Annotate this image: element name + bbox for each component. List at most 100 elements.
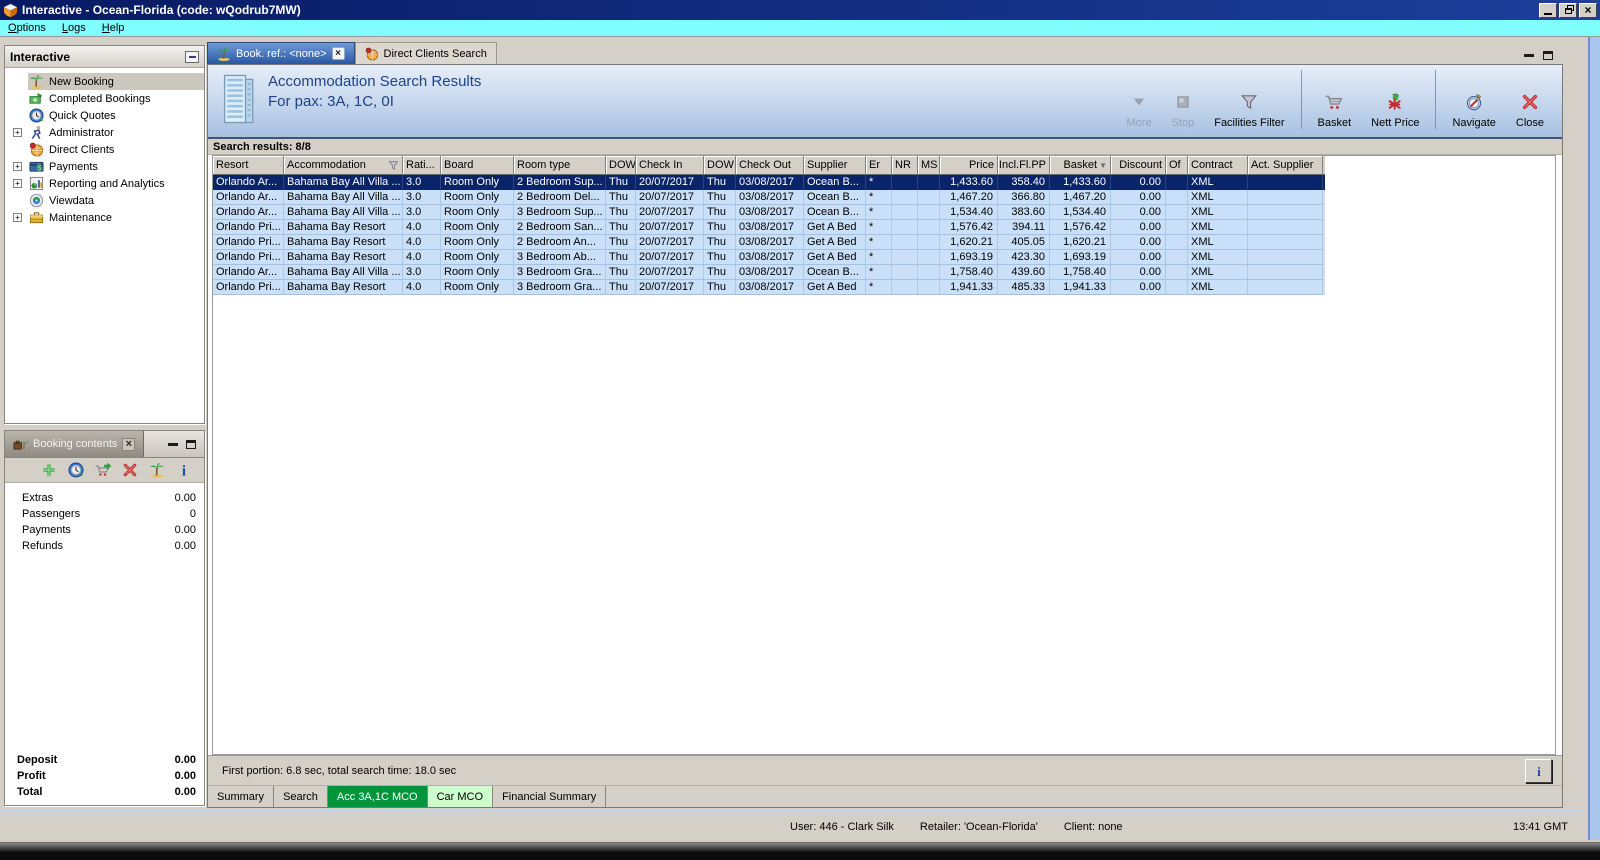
column-header-board[interactable]: Board — [441, 156, 514, 174]
column-label: Price — [968, 159, 994, 171]
table-row[interactable]: Orlando Ar... Bahama Bay All Villa ... 3.0… — [213, 175, 1325, 190]
money-icon — [29, 91, 44, 106]
column-header-nr[interactable]: NR — [892, 156, 918, 174]
sidebar-item-payments[interactable]: + $ Payments — [5, 158, 204, 175]
restore-button[interactable] — [1559, 2, 1577, 18]
minimize-view-icon[interactable] — [168, 442, 178, 446]
table-row[interactable]: Orlando Ar... Bahama Bay All Villa ... 3.0… — [213, 205, 1325, 220]
booking-contents-item[interactable]: Payments 0.00 — [5, 522, 204, 538]
table-row[interactable]: Orlando Pri... Bahama Bay Resort 4.0 Room O… — [213, 250, 1325, 265]
tab-direct-clients-search[interactable]: Direct Clients Search — [354, 42, 497, 64]
menu-item-logs[interactable]: Logs — [54, 21, 94, 35]
bottom-tab-financial-summary[interactable]: Financial Summary — [493, 786, 607, 807]
table-cell: 1,693.19 — [940, 250, 998, 265]
column-header-supplier[interactable]: Supplier — [804, 156, 866, 174]
booking-contents-title: Booking contents — [33, 438, 118, 450]
tab-book-ref-none[interactable]: Book. ref.: <none> × — [207, 42, 355, 64]
table-cell — [1248, 250, 1323, 265]
table-cell — [918, 220, 940, 235]
table-row[interactable]: Orlando Pri... Bahama Bay Resort 4.0 Room O… — [213, 220, 1325, 235]
sidebar-item-viewdata[interactable]: Viewdata — [5, 192, 204, 209]
collapse-panel-button[interactable] — [185, 50, 199, 63]
sidebar-item-reporting-and-analytics[interactable]: + Reporting and Analytics — [5, 175, 204, 192]
menu-item-help[interactable]: Help — [94, 21, 133, 35]
table-cell: Bahama Bay Resort — [284, 280, 403, 295]
column-header-act-supplier[interactable]: Act. Supplier — [1248, 156, 1323, 174]
table-cell: 0.00 — [1111, 205, 1166, 220]
sidebar-item-administrator[interactable]: + Administrator — [5, 124, 204, 141]
add-item-button[interactable] — [41, 462, 57, 478]
column-header-price[interactable]: Price — [940, 156, 998, 174]
navigate-button[interactable]: Navigate — [1442, 65, 1505, 137]
table-cell: * — [866, 280, 892, 295]
bottom-tab-summary[interactable]: Summary — [208, 786, 275, 807]
info-button[interactable]: i — [176, 462, 192, 480]
table-cell: 1,941.33 — [940, 280, 998, 295]
column-header-discount[interactable]: Discount — [1111, 156, 1166, 174]
column-header-room-type[interactable]: Room type — [514, 156, 606, 174]
column-header-of[interactable]: Of — [1166, 156, 1188, 174]
column-header-basket[interactable]: Basket ▼ — [1050, 156, 1111, 174]
column-header-rati[interactable]: Rati... — [403, 156, 441, 174]
expand-toggle-icon[interactable]: + — [13, 162, 22, 171]
column-header-dow[interactable]: DOW — [606, 156, 636, 174]
quick-quote-button[interactable] — [68, 462, 84, 478]
sidebar-item-direct-clients[interactable]: Direct Clients — [5, 141, 204, 158]
sidebar-item-new-booking[interactable]: New Booking — [5, 73, 204, 90]
table-cell: 4.0 — [403, 220, 441, 235]
results-table: Resort Accommodation Rati... Board Room type… — [212, 155, 1556, 755]
column-header-check-out[interactable]: Check Out — [736, 156, 804, 174]
expand-toggle-icon[interactable]: + — [13, 128, 22, 137]
table-cell: 1,758.40 — [1050, 265, 1111, 280]
table-row[interactable]: Orlando Ar... Bahama Bay All Villa ... 3.0… — [213, 265, 1325, 280]
new-booking-button[interactable] — [149, 462, 165, 478]
column-header-contract[interactable]: Contract — [1188, 156, 1248, 174]
minimize-editor-icon[interactable] — [1524, 54, 1534, 57]
column-header-incl-fl-pp[interactable]: Incl.Fl.PP — [998, 156, 1050, 174]
column-header-accommodation[interactable]: Accommodation — [284, 156, 403, 174]
bottom-tab-car-mco[interactable]: Car MCO — [427, 786, 494, 807]
close-window-button[interactable]: × — [1579, 2, 1597, 18]
facilities-filter-button[interactable]: Facilities Filter — [1204, 65, 1294, 137]
basket-button[interactable]: Basket — [1308, 65, 1362, 137]
bottom-tab-search[interactable]: Search — [274, 786, 328, 807]
column-filter-icon[interactable] — [388, 160, 399, 171]
close-tab-button[interactable]: × — [331, 47, 345, 60]
column-header-er[interactable]: Er — [866, 156, 892, 174]
info-button[interactable]: i — [1525, 758, 1552, 783]
minimize-button[interactable] — [1539, 2, 1557, 18]
column-header-resort[interactable]: Resort — [213, 156, 284, 174]
table-cell: 03/08/2017 — [736, 250, 804, 265]
expand-toggle-icon[interactable]: + — [13, 179, 22, 188]
sidebar-item-maintenance[interactable]: + Maintenance — [5, 209, 204, 226]
add-to-basket-button[interactable] — [95, 462, 112, 478]
sidebar-item-quick-quotes[interactable]: Quick Quotes — [5, 107, 204, 124]
close-booking-contents-button[interactable]: × — [122, 437, 136, 451]
table-row[interactable]: Orlando Ar... Bahama Bay All Villa ... 3.0… — [213, 190, 1325, 205]
maximize-view-icon[interactable] — [186, 439, 196, 449]
sidebar-item-label: Maintenance — [49, 211, 112, 224]
table-row[interactable]: Orlando Pri... Bahama Bay Resort 4.0 Room O… — [213, 280, 1325, 295]
table-cell — [892, 265, 918, 280]
column-header-dow[interactable]: DOW — [704, 156, 736, 174]
booking-contents-item[interactable]: Passengers 0 — [5, 506, 204, 522]
maximize-editor-icon[interactable] — [1543, 51, 1553, 60]
table-cell: Thu — [606, 280, 636, 295]
booking-contents-tab[interactable]: Booking contents × — [5, 431, 145, 457]
delete-item-button[interactable] — [122, 462, 138, 478]
booking-contents-item[interactable]: Extras 0.00 — [5, 490, 204, 506]
nett-price-button[interactable]: Nett Price — [1361, 65, 1429, 137]
expand-toggle-icon[interactable]: + — [13, 213, 22, 222]
sidebar-item-label: Administrator — [49, 126, 114, 139]
menu-item-options[interactable]: Options — [0, 21, 54, 35]
table-row[interactable]: Orlando Pri... Bahama Bay Resort 4.0 Room O… — [213, 235, 1325, 250]
table-cell: Room Only — [441, 265, 514, 280]
booking-totals-row: Profit 0.00 — [5, 768, 204, 784]
sidebar-item-completed-bookings[interactable]: Completed Bookings — [5, 90, 204, 107]
bottom-tab-acc-3a-1c-mco[interactable]: Acc 3A,1C MCO — [327, 786, 428, 807]
column-header-ms[interactable]: MS — [918, 156, 940, 174]
column-header-check-in[interactable]: Check In — [636, 156, 704, 174]
booking-contents-item[interactable]: Refunds 0.00 — [5, 538, 204, 554]
search-results-count: Search results: 8/8 — [208, 139, 1562, 155]
close-button[interactable]: Close — [1506, 65, 1554, 137]
